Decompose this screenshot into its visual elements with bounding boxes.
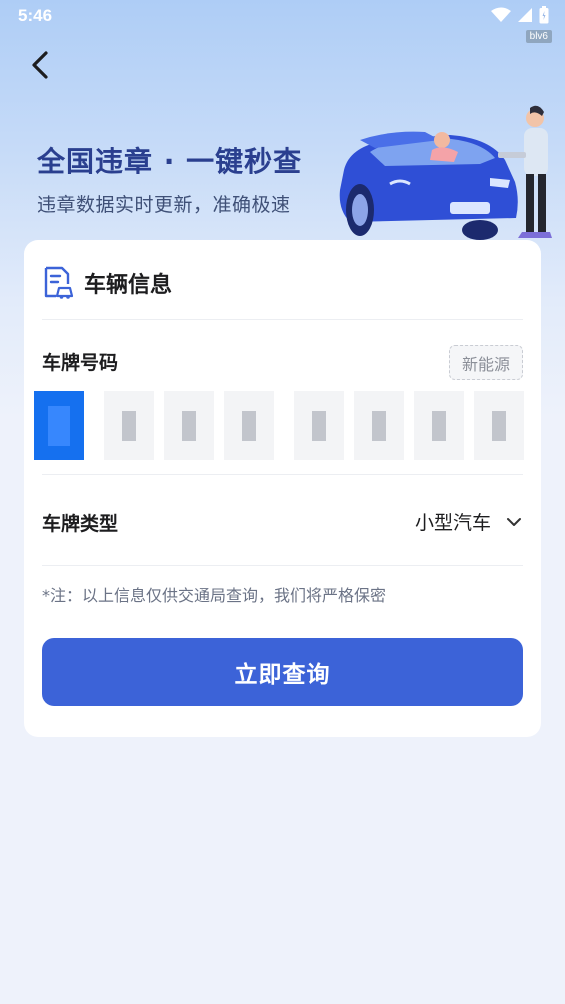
- divider: [42, 319, 523, 320]
- plate-char: [104, 391, 154, 460]
- plate-char-slot-6[interactable]: [354, 391, 404, 460]
- back-button[interactable]: [26, 50, 56, 80]
- status-icons: [491, 6, 549, 24]
- plate-number-label: 车牌号码: [42, 352, 119, 374]
- query-button[interactable]: 立即查询: [42, 638, 523, 706]
- signal-icon: [518, 8, 532, 22]
- card-header: 车辆信息: [42, 266, 172, 300]
- plate-char-slot-5[interactable]: [294, 391, 344, 460]
- privacy-note: *注：以上信息仅供交通局查询，我们将严格保密: [42, 586, 387, 605]
- plate-input-row: [34, 391, 524, 460]
- divider: [42, 565, 523, 566]
- plate-char: [294, 391, 344, 460]
- plate-char-slot-4[interactable]: [224, 391, 274, 460]
- plate-type-label: 车牌类型: [42, 513, 119, 535]
- plate-char: [224, 391, 274, 460]
- new-energy-toggle[interactable]: 新能源: [449, 345, 523, 380]
- status-time: 5:46: [18, 6, 53, 25]
- chevron-left-icon: [32, 51, 48, 79]
- card-title: 车辆信息: [84, 273, 173, 298]
- chevron-down-icon: [507, 517, 521, 526]
- plate-char: [474, 391, 524, 460]
- plate-type-value: 小型汽车: [414, 512, 491, 534]
- banner-title: 全国违章 · 一键秒查: [37, 145, 303, 178]
- plate-type-select[interactable]: 小型汽车: [415, 508, 523, 535]
- plate-char-slot-2[interactable]: [104, 391, 154, 460]
- divider: [42, 474, 523, 475]
- plate-char: [34, 391, 84, 460]
- plate-char-slot-8[interactable]: [474, 391, 524, 460]
- status-bar: 5:46: [0, 0, 565, 32]
- plate-char-slot-3[interactable]: [164, 391, 214, 460]
- car-illustration: [339, 105, 552, 240]
- plate-char: [354, 391, 404, 460]
- banner-subtitle: 违章数据实时更新，准确极速: [37, 194, 291, 216]
- plate-char: [414, 391, 464, 460]
- plate-char: [164, 391, 214, 460]
- document-car-icon: [44, 266, 74, 299]
- vehicle-info-card: 车辆信息 车牌号码 新能源 车牌类型 小型汽车 *注：以上信息仅供交通局查询，我…: [24, 240, 541, 737]
- plate-char-slot-7[interactable]: [414, 391, 464, 460]
- battery-icon: [539, 6, 549, 24]
- debug-tag: blv6: [525, 30, 552, 43]
- plate-char-slot-1[interactable]: [34, 391, 84, 460]
- wifi-icon: [491, 7, 511, 22]
